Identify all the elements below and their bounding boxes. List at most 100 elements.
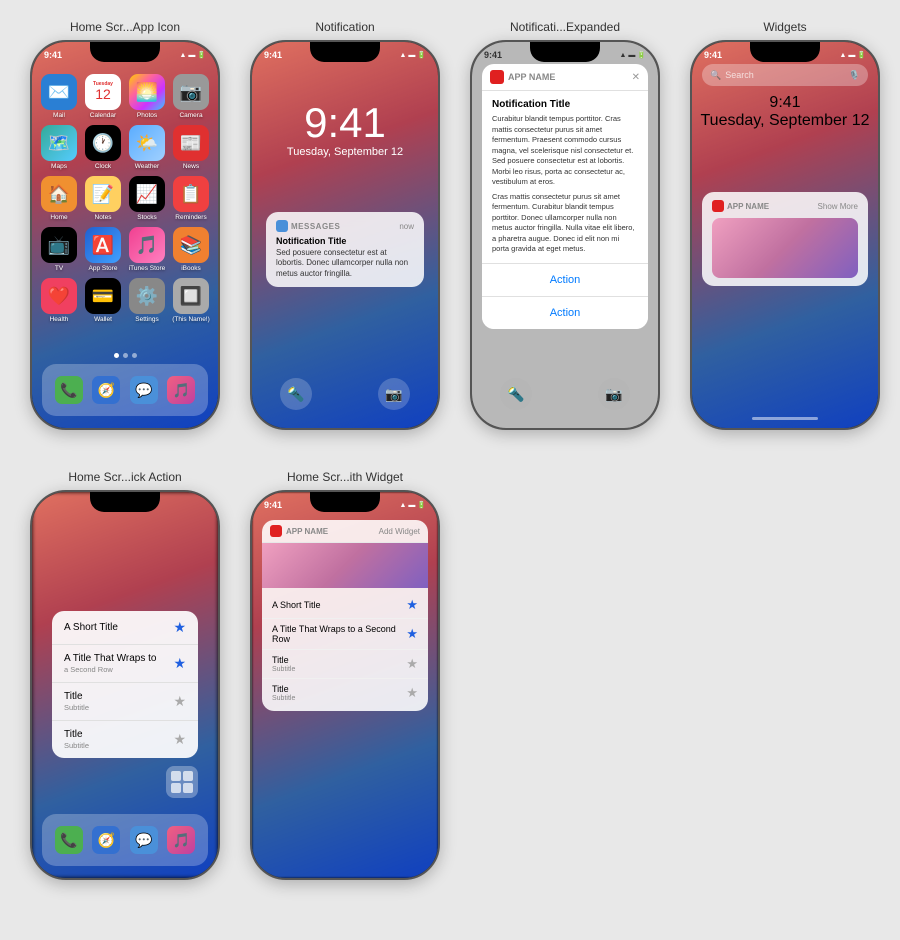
phone6-item4-title: Title [272, 684, 295, 694]
phone5-qa3[interactable]: Title Subtitle ★ [52, 683, 198, 721]
phone6-appname: APP NAME [286, 527, 328, 536]
phone2-label: Notification [315, 20, 374, 34]
phone4-showmore[interactable]: Show More [818, 202, 858, 211]
phone3-flashlight-icon[interactable]: 🔦 [500, 378, 532, 410]
app-home[interactable]: 🏠 Home [40, 176, 78, 221]
app-label-clock: Clock [95, 163, 111, 170]
phone5-dock-safari[interactable]: 🧭 [92, 826, 120, 854]
app-calendar[interactable]: Tuesday 12 Calendar [84, 74, 122, 119]
phone4-homeindicator [752, 417, 818, 420]
app-icon-itunes: 🎵 [129, 227, 165, 263]
phone5-qa4-title: Title [64, 729, 89, 740]
app-icon-home: 🏠 [41, 176, 77, 212]
app-icon-clock: 🕐 [85, 125, 121, 161]
app-mail[interactable]: ✉️ Mail [40, 74, 78, 119]
phone4-time: 9:41 [704, 50, 722, 60]
phone6-item3-subtitle: Subtitle [272, 666, 295, 673]
phone5-qa4[interactable]: Title Subtitle ★ [52, 721, 198, 758]
phone6-item4[interactable]: Title Subtitle ★ [262, 679, 428, 707]
phone5-quickmenu: A Short Title ★ A Title That Wraps to a … [52, 611, 198, 758]
app-news[interactable]: 📰 News [172, 125, 210, 170]
app-reminders[interactable]: 📋 Reminders [172, 176, 210, 221]
app-ibooks[interactable]: 📚 iBooks [172, 227, 210, 272]
phone3-exptext: Curabitur blandit tempus porttitor. Cras… [492, 114, 638, 188]
app-label-wallet: Wallet [94, 316, 112, 323]
app-maps[interactable]: 🗺️ Maps [40, 125, 78, 170]
phone5-qa3-subtitle: Subtitle [64, 703, 89, 712]
dock-music[interactable]: 🎵 [167, 376, 195, 404]
app-label-maps: Maps [51, 163, 67, 170]
app-tv[interactable]: 📺 TV [40, 227, 78, 272]
app-thisname[interactable]: 🔲 (This Name!) [172, 278, 210, 323]
app-icon-notes: 📝 [85, 176, 121, 212]
app-label-tv: TV [55, 265, 63, 272]
phone3-close-icon[interactable]: ✕ [632, 72, 640, 83]
phone5-qa2[interactable]: A Title That Wraps to a Second Row ★ [52, 645, 198, 683]
phone5-qa1-title: A Short Title [64, 622, 118, 633]
phone3-camera-icon[interactable]: 📷 [598, 378, 630, 410]
phone5-griddot4 [183, 783, 193, 793]
phone4-locktime: 9:41 Tuesday, September 12 [692, 94, 878, 130]
phone5-qa3-title: Title [64, 691, 89, 702]
app-notes[interactable]: 📝 Notes [84, 176, 122, 221]
phone5-frame: A Short Title ★ A Title That Wraps to a … [30, 490, 220, 880]
phone6-addwidget[interactable]: Add Widget [379, 527, 420, 536]
app-label-camera: Camera [179, 112, 202, 119]
phone2-notifcard[interactable]: MESSAGES now Notification Title Sed posu… [266, 212, 424, 287]
phone4-col: Widgets 9:41 ▲ ▬ 🔋 🔍 Search 🎙️ 9:41 Tues… [680, 20, 890, 430]
phone5-qa1[interactable]: A Short Title ★ [52, 611, 198, 645]
phone2-flashlight-icon[interactable]: 🔦 [280, 378, 312, 410]
phone6-item3[interactable]: Title Subtitle ★ [262, 650, 428, 679]
phone3-col: Notificati...Expanded 9:41 ▲ ▬ 🔋 APP NAM… [460, 20, 670, 430]
phone5-qa1-star: ★ [173, 619, 186, 636]
app-itunes[interactable]: 🎵 iTunes Store [128, 227, 166, 272]
phone2-camera-icon[interactable]: 📷 [378, 378, 410, 410]
dock-phone[interactable]: 📞 [55, 376, 83, 404]
app-weather[interactable]: 🌤️ Weather [128, 125, 166, 170]
phone2-locktime: 9:41 Tuesday, September 12 [252, 102, 438, 158]
phone6-frame: 9:41 ▲ ▬ 🔋 APP NAME Add Widget A Short T… [250, 490, 440, 880]
phone4-widgetappname: APP NAME [712, 200, 769, 212]
phone4-widgetappicon [712, 200, 724, 212]
app-icon-news: 📰 [173, 125, 209, 161]
phone6-item3-star: ★ [406, 656, 418, 672]
phone6-item2[interactable]: A Title That Wraps to a Second Row ★ [262, 619, 428, 650]
phone4-bigtime: 9:41 [692, 94, 878, 112]
phone5-dock-phone[interactable]: 📞 [55, 826, 83, 854]
app-stocks[interactable]: 📈 Stocks [128, 176, 166, 221]
app-health[interactable]: ❤️ Health [40, 278, 78, 323]
app-icon-maps: 🗺️ [41, 125, 77, 161]
phone3-frame: 9:41 ▲ ▬ 🔋 APP NAME ✕ Notification Title… [470, 40, 660, 430]
phone3-action2[interactable]: Action [482, 297, 648, 329]
phone4-widgetheader: APP NAME Show More [712, 200, 858, 212]
app-icon-appstore: 🅰️ [85, 227, 121, 263]
phone3-actionbtns: Action Action [482, 263, 648, 329]
phone3-action1[interactable]: Action [482, 264, 648, 297]
phone2-bigtime: 9:41 [252, 102, 438, 144]
phone4-mic-icon[interactable]: 🎙️ [849, 70, 860, 81]
app-wallet[interactable]: 💳 Wallet [84, 278, 122, 323]
phone4-searchbar[interactable]: 🔍 Search 🎙️ [702, 64, 868, 86]
app-icon-photos: 🌅 [129, 74, 165, 110]
phone5-dock-music[interactable]: 🎵 [167, 826, 195, 854]
phone6-widgetcard: APP NAME Add Widget A Short Title ★ A Ti [262, 520, 428, 711]
phone4-widgetcontent [712, 218, 858, 278]
phone5-dock-messages[interactable]: 💬 [130, 826, 158, 854]
phone5-label: Home Scr...ick Action [68, 470, 181, 484]
app-icon-ibooks: 📚 [173, 227, 209, 263]
dock-safari[interactable]: 🧭 [92, 376, 120, 404]
app-camera[interactable]: 📷 Camera [172, 74, 210, 119]
app-settings[interactable]: ⚙️ Settings [128, 278, 166, 323]
phone6-wnhero [262, 543, 428, 588]
phone2-notifheader: MESSAGES now [276, 220, 414, 232]
dock-messages[interactable]: 💬 [130, 376, 158, 404]
app-appstore[interactable]: 🅰️ App Store [84, 227, 122, 272]
app-photos[interactable]: 🌅 Photos [128, 74, 166, 119]
phone6-item1[interactable]: A Short Title ★ [262, 592, 428, 619]
phone1-time: 9:41 [44, 50, 62, 60]
phone3-expbody: Notification Title Curabitur blandit tem… [482, 91, 648, 263]
phone2-lockbottom: 🔦 📷 [252, 378, 438, 410]
app-clock[interactable]: 🕐 Clock [84, 125, 122, 170]
app-label-health: Health [50, 316, 69, 323]
phone1-label: Home Scr...App Icon [70, 20, 180, 34]
